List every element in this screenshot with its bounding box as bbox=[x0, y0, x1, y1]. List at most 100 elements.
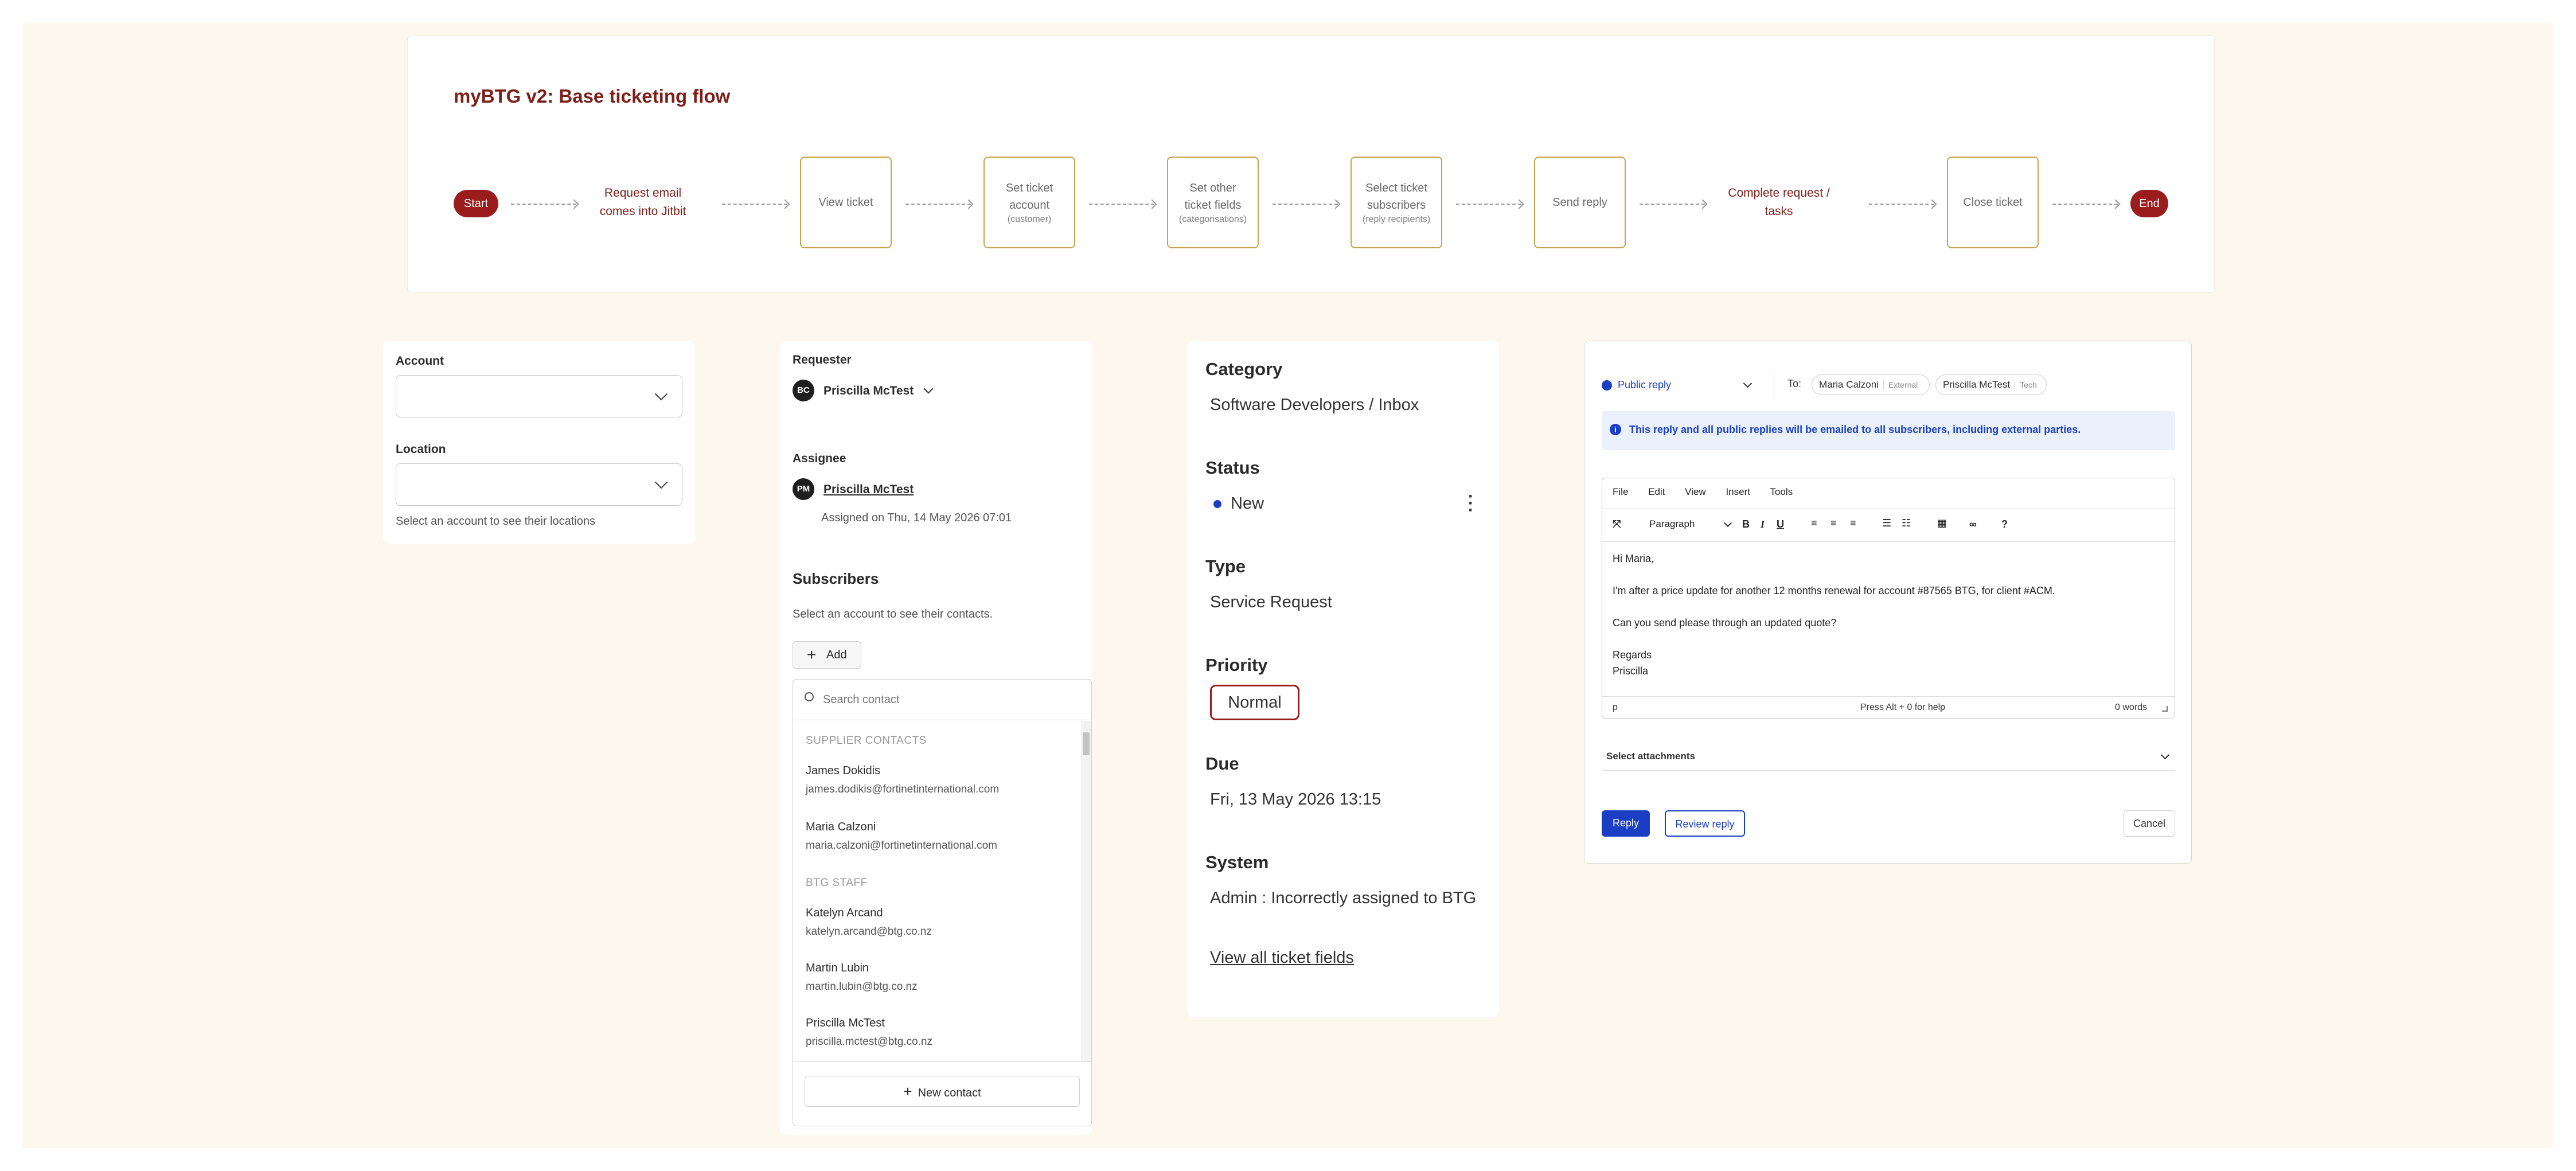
menu-insert[interactable]: Insert bbox=[1726, 486, 1750, 497]
menu-tools[interactable]: Tools bbox=[1770, 486, 1793, 497]
rich-text-editor: File Edit View Insert Tools ⤧ Paragraph … bbox=[1602, 478, 2175, 719]
avatar: BC bbox=[793, 380, 814, 401]
reply-mode-select[interactable]: Public reply bbox=[1602, 373, 1757, 396]
flow-arrow bbox=[1089, 204, 1154, 205]
globe-icon bbox=[1602, 380, 1612, 391]
subscribers-heading: Subscribers bbox=[793, 570, 879, 587]
avatar: PM bbox=[793, 478, 814, 500]
bullet-list-icon[interactable]: ☰ bbox=[1882, 517, 1891, 529]
end-pill: End bbox=[2130, 190, 2168, 217]
list-item[interactable]: Martin Lubin martin.lubin@btg.co.nz bbox=[806, 962, 918, 993]
add-subscriber-button[interactable]: + Add bbox=[793, 641, 861, 669]
word-count[interactable]: 0 words bbox=[2115, 702, 2147, 713]
group-label: BTG STAFF bbox=[806, 877, 868, 889]
notice-banner: i This reply and all public replies will… bbox=[1602, 411, 2175, 450]
scrollbar-thumb[interactable] bbox=[1083, 732, 1090, 755]
contact-email: katelyn.arcand@btg.co.nz bbox=[806, 926, 932, 938]
bold-icon[interactable]: B bbox=[1742, 518, 1750, 530]
editor-menubar: File Edit View Insert Tools bbox=[1613, 486, 1793, 498]
chevron-down-icon bbox=[654, 475, 668, 489]
list-item[interactable]: Maria Calzoni maria.calzoni@fortinetinte… bbox=[806, 821, 997, 852]
subscribers-hint: Select an account to see their contacts. bbox=[793, 608, 993, 620]
flow-row: Start Request email comes into Jitbit Vi… bbox=[454, 157, 2174, 252]
list-item[interactable]: Katelyn Arcand katelyn.arcand@btg.co.nz bbox=[806, 907, 932, 938]
assignee-link[interactable]: Priscilla McTest bbox=[823, 483, 914, 497]
list-item[interactable]: Priscilla McTest priscilla.mctest@btg.co… bbox=[806, 1017, 932, 1048]
resize-handle-icon[interactable] bbox=[2162, 706, 2168, 712]
due-value[interactable]: Fri, 13 May 2026 13:15 bbox=[1210, 790, 1381, 809]
type-value[interactable]: Service Request bbox=[1210, 593, 1332, 612]
review-reply-button[interactable]: Review reply bbox=[1665, 810, 1745, 837]
reply-mode-label: Public reply bbox=[1618, 379, 1672, 391]
align-center-icon[interactable]: ≡ bbox=[1830, 517, 1837, 529]
view-all-fields-link[interactable]: View all ticket fields bbox=[1210, 948, 1354, 967]
contact-email: james.dodikis@fortinetinternational.com bbox=[806, 783, 1000, 795]
flow-step-account-l1: Set ticket bbox=[1005, 182, 1053, 194]
system-value[interactable]: Admin : Incorrectly assigned to BTG bbox=[1210, 889, 1476, 908]
table-icon[interactable]: ▦ bbox=[1937, 517, 1947, 529]
body-signoff1: Regards bbox=[1613, 649, 1652, 661]
scrollbar[interactable] bbox=[1081, 721, 1091, 1061]
search-icon bbox=[805, 692, 814, 701]
flow-step-request-line1: Request email bbox=[604, 186, 682, 200]
chevron-down-icon bbox=[1723, 518, 1732, 528]
format-select[interactable]: Paragraph bbox=[1649, 518, 1735, 530]
underline-icon[interactable]: U bbox=[1777, 518, 1784, 530]
italic-icon[interactable]: I bbox=[1761, 518, 1765, 530]
account-panel: Account Location Select an account to se… bbox=[383, 341, 695, 544]
status-value[interactable]: New bbox=[1231, 494, 1264, 513]
category-value[interactable]: Software Developers / Inbox bbox=[1210, 396, 1419, 415]
cancel-button[interactable]: Cancel bbox=[2124, 810, 2175, 837]
status-label: Status bbox=[1205, 458, 1260, 478]
menu-edit[interactable]: Edit bbox=[1648, 486, 1665, 497]
menu-view[interactable]: View bbox=[1685, 486, 1706, 497]
reply-button[interactable]: Reply bbox=[1602, 810, 1650, 837]
flow-arrow bbox=[1456, 204, 1521, 205]
menu-file[interactable]: File bbox=[1613, 486, 1628, 497]
requester-label: Requester bbox=[793, 353, 852, 366]
link-icon[interactable]: ∞ bbox=[1969, 518, 1977, 530]
flow-panel: myBTG v2: Base ticketing flow Start Requ… bbox=[407, 36, 2215, 292]
numbered-list-icon[interactable]: ☷ bbox=[1902, 517, 1911, 529]
canvas: myBTG v2: Base ticketing flow Start Requ… bbox=[23, 23, 2553, 1148]
editor-body[interactable]: Hi Maria, I'm after a price update for a… bbox=[1613, 551, 2163, 694]
requester-name: Priscilla McTest bbox=[823, 384, 914, 397]
align-left-icon[interactable]: ≡ bbox=[1811, 517, 1817, 529]
divider bbox=[1602, 541, 2175, 542]
flow-arrow bbox=[722, 204, 787, 205]
flow-arrow bbox=[1640, 204, 1705, 205]
category-label: Category bbox=[1205, 359, 1283, 379]
contact-name: Priscilla McTest bbox=[806, 1017, 885, 1029]
expand-icon[interactable]: ⤧ bbox=[1613, 518, 1621, 530]
more-options-icon[interactable]: · · · bbox=[1468, 488, 1474, 519]
contact-list: SUPPLIER CONTACTS James Dokidis james.do… bbox=[793, 721, 1082, 1061]
attachments-select[interactable]: Select attachments bbox=[1602, 743, 2175, 771]
location-select[interactable] bbox=[396, 463, 682, 506]
align-right-icon[interactable]: ≡ bbox=[1850, 517, 1856, 529]
recipient-tag: Tech bbox=[2015, 380, 2037, 389]
recipient-name: Priscilla McTest bbox=[1943, 379, 2011, 390]
add-button-label: Add bbox=[826, 649, 847, 661]
help-icon[interactable]: ? bbox=[2001, 518, 2008, 530]
chevron-down-icon bbox=[654, 387, 668, 401]
flow-step-subs-l1: Select ticket bbox=[1365, 182, 1427, 194]
flow-title: myBTG v2: Base ticketing flow bbox=[454, 85, 731, 107]
search-input[interactable] bbox=[822, 688, 1076, 712]
recipient-tag: External bbox=[1883, 380, 1918, 389]
new-contact-button[interactable]: + New contact bbox=[805, 1076, 1080, 1107]
account-select[interactable] bbox=[396, 375, 682, 417]
divider bbox=[1602, 508, 2175, 509]
flow-step-subscribers: Select ticket subscribers (reply recipie… bbox=[1351, 157, 1442, 248]
contact-name: Maria Calzoni bbox=[806, 821, 876, 833]
flow-arrow bbox=[1869, 204, 1934, 205]
recipient-chip[interactable]: Maria Calzoni External bbox=[1812, 374, 1930, 395]
priority-value[interactable]: Normal bbox=[1210, 685, 1299, 720]
status-dot bbox=[1213, 500, 1221, 508]
to-label: To: bbox=[1787, 378, 1802, 389]
flow-step-subs-l2: subscribers bbox=[1367, 199, 1426, 212]
list-item[interactable]: James Dokidis james.dodikis@fortinetinte… bbox=[806, 764, 999, 796]
body-line1: I'm after a price update for another 12 … bbox=[1613, 585, 2055, 596]
recipient-chip[interactable]: Priscilla McTest Tech bbox=[1935, 374, 2047, 395]
flow-step-view: View ticket bbox=[800, 157, 892, 248]
requester-select[interactable]: Priscilla McTest bbox=[823, 384, 934, 398]
